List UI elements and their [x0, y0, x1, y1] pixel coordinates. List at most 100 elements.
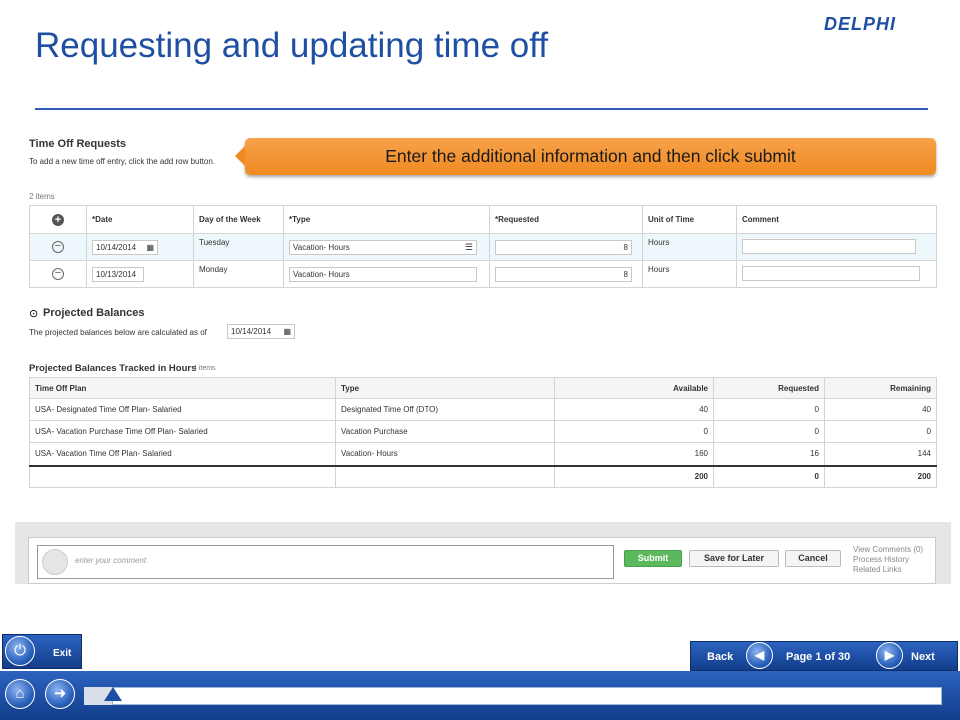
slide: Requesting and updating time off DELPHI … [0, 0, 960, 720]
type-input[interactable]: Vacation- Hours ☰ [289, 239, 477, 255]
related-links-link[interactable]: Related Links [853, 565, 923, 575]
next-arrow-icon[interactable]: ▶ [876, 642, 903, 669]
remove-row-cell[interactable]: − [29, 233, 87, 261]
comment-input[interactable] [742, 238, 916, 254]
plan-cell: USA- Vacation Time Off Plan- Salaried [29, 442, 336, 466]
type-cell: Vacation- Hours [283, 260, 490, 288]
table-row: USA- Designated Time Off Plan- Salaried … [29, 398, 937, 421]
projected-balances-title: Projected Balances [43, 307, 145, 319]
tracked-items-count: 4 items [193, 365, 216, 372]
day-cell: Monday [193, 260, 284, 288]
table-row: − 10/13/2014 Monday Vacation- Hours 8 Ho… [29, 260, 937, 288]
delphi-logo: DELPHI [824, 14, 897, 34]
requested-cell: 8 [489, 233, 643, 261]
exit-label: Exit [53, 648, 72, 659]
totals-empty-cell [29, 465, 336, 488]
date-input[interactable]: 10/14/2014 ▦ [92, 239, 158, 255]
add-row-cell[interactable]: + [29, 205, 87, 234]
calendar-icon[interactable]: ▦ [283, 325, 291, 338]
comment-cell [736, 233, 937, 261]
table-row: USA- Vacation Time Off Plan- Salaried Va… [29, 442, 937, 466]
plan-cell: USA- Designated Time Off Plan- Salaried [29, 398, 336, 421]
column-header: *Requested [489, 205, 643, 234]
comment-input[interactable] [742, 265, 920, 281]
remaining-cell: 144 [824, 442, 937, 466]
screenshot-panel [15, 124, 951, 584]
column-header: *Type [283, 205, 490, 234]
cancel-button[interactable]: Cancel [785, 550, 841, 567]
date-input[interactable]: 10/13/2014 [92, 266, 144, 282]
progress-track[interactable] [84, 687, 942, 705]
view-comments-link[interactable]: View Comments (0) [853, 545, 923, 555]
collapse-toggle-icon[interactable]: ⊙ [29, 307, 38, 320]
type-value: Vacation- Hours [293, 242, 350, 252]
day-cell: Tuesday [193, 233, 284, 261]
column-header: Comment [736, 205, 937, 234]
calendar-icon[interactable]: ▦ [146, 241, 154, 254]
prompt-list-icon[interactable]: ☰ [465, 241, 473, 254]
user-avatar [42, 549, 68, 575]
add-row-icon[interactable]: + [52, 213, 64, 226]
remaining-cell: 0 [824, 420, 937, 443]
back-label[interactable]: Back [707, 651, 733, 663]
slide-title: Requesting and updating time off [35, 26, 549, 65]
as-of-date-value: 10/14/2014 [231, 327, 272, 336]
type-cell: Vacation Purchase [335, 420, 555, 443]
column-header: Time Off Plan [29, 377, 336, 399]
requested-input[interactable]: 8 [495, 266, 632, 282]
menu-arrow-icon[interactable]: ➜ [45, 679, 75, 709]
column-header: Available [554, 377, 714, 399]
time-off-requests-subtitle: To add a new time off entry, click the a… [29, 157, 216, 166]
title-divider [35, 108, 928, 110]
requested-cell: 0 [713, 420, 825, 443]
type-cell: Vacation- Hours [335, 442, 555, 466]
process-history-link[interactable]: Process History [853, 555, 923, 565]
type-input[interactable]: Vacation- Hours [289, 266, 477, 282]
exit-button[interactable]: ⏻ Exit [2, 634, 82, 669]
available-cell: 0 [554, 420, 714, 443]
total-remaining: 200 [824, 465, 937, 488]
remove-row-icon[interactable]: − [52, 241, 64, 253]
table-header-row: + *Date Day of the Week *Type *Requested… [29, 205, 937, 234]
available-cell: 160 [554, 442, 714, 466]
comment-placeholder: enter your comment [75, 556, 147, 565]
column-header: Type [335, 377, 555, 399]
projected-calc-label: The projected balances below are calcula… [29, 328, 207, 337]
column-header: *Date [86, 205, 194, 234]
comment-cell [736, 260, 937, 288]
requested-cell: 16 [713, 442, 825, 466]
date-cell: 10/13/2014 [86, 260, 194, 288]
remaining-cell: 40 [824, 398, 937, 421]
time-off-table: + *Date Day of the Week *Type *Requested… [29, 205, 937, 288]
time-off-requests-title: Time Off Requests [29, 138, 126, 150]
side-links: View Comments (0) Process History Relate… [853, 545, 923, 575]
date-cell: 10/14/2014 ▦ [86, 233, 194, 261]
remove-row-icon[interactable]: − [52, 268, 64, 280]
page-indicator: Page 1 of 30 [786, 651, 851, 663]
power-icon: ⏻ [5, 636, 35, 666]
pager: Back ◀ Page 1 of 30 ▶ Next [690, 641, 958, 671]
back-arrow-icon[interactable]: ◀ [746, 642, 773, 669]
save-for-later-button[interactable]: Save for Later [689, 550, 779, 567]
column-header: Day of the Week [193, 205, 284, 234]
totals-row: 200 0 200 [29, 465, 937, 488]
submit-button[interactable]: Submit [624, 550, 682, 567]
unit-cell: Hours [642, 260, 737, 288]
remove-row-cell[interactable]: − [29, 260, 87, 288]
instruction-callout: Enter the additional information and the… [235, 138, 936, 175]
next-label[interactable]: Next [911, 651, 935, 663]
unit-cell: Hours [642, 233, 737, 261]
table-header-row: Time Off Plan Type Available Requested R… [29, 377, 937, 399]
as-of-date-input[interactable]: 10/14/2014 ▦ [227, 324, 295, 339]
date-value: 10/14/2014 [96, 242, 137, 252]
items-count: 2 items [29, 192, 55, 201]
requested-cell: 0 [713, 398, 825, 421]
total-requested: 0 [713, 465, 825, 488]
home-icon[interactable]: ⌂ [5, 679, 35, 709]
progress-marker-icon[interactable] [104, 687, 122, 701]
tracked-hours-title: Projected Balances Tracked in Hours [29, 363, 197, 374]
requested-input[interactable]: 8 [495, 239, 632, 255]
type-cell: Designated Time Off (DTO) [335, 398, 555, 421]
plan-cell: USA- Vacation Purchase Time Off Plan- Sa… [29, 420, 336, 443]
column-header: Remaining [824, 377, 937, 399]
